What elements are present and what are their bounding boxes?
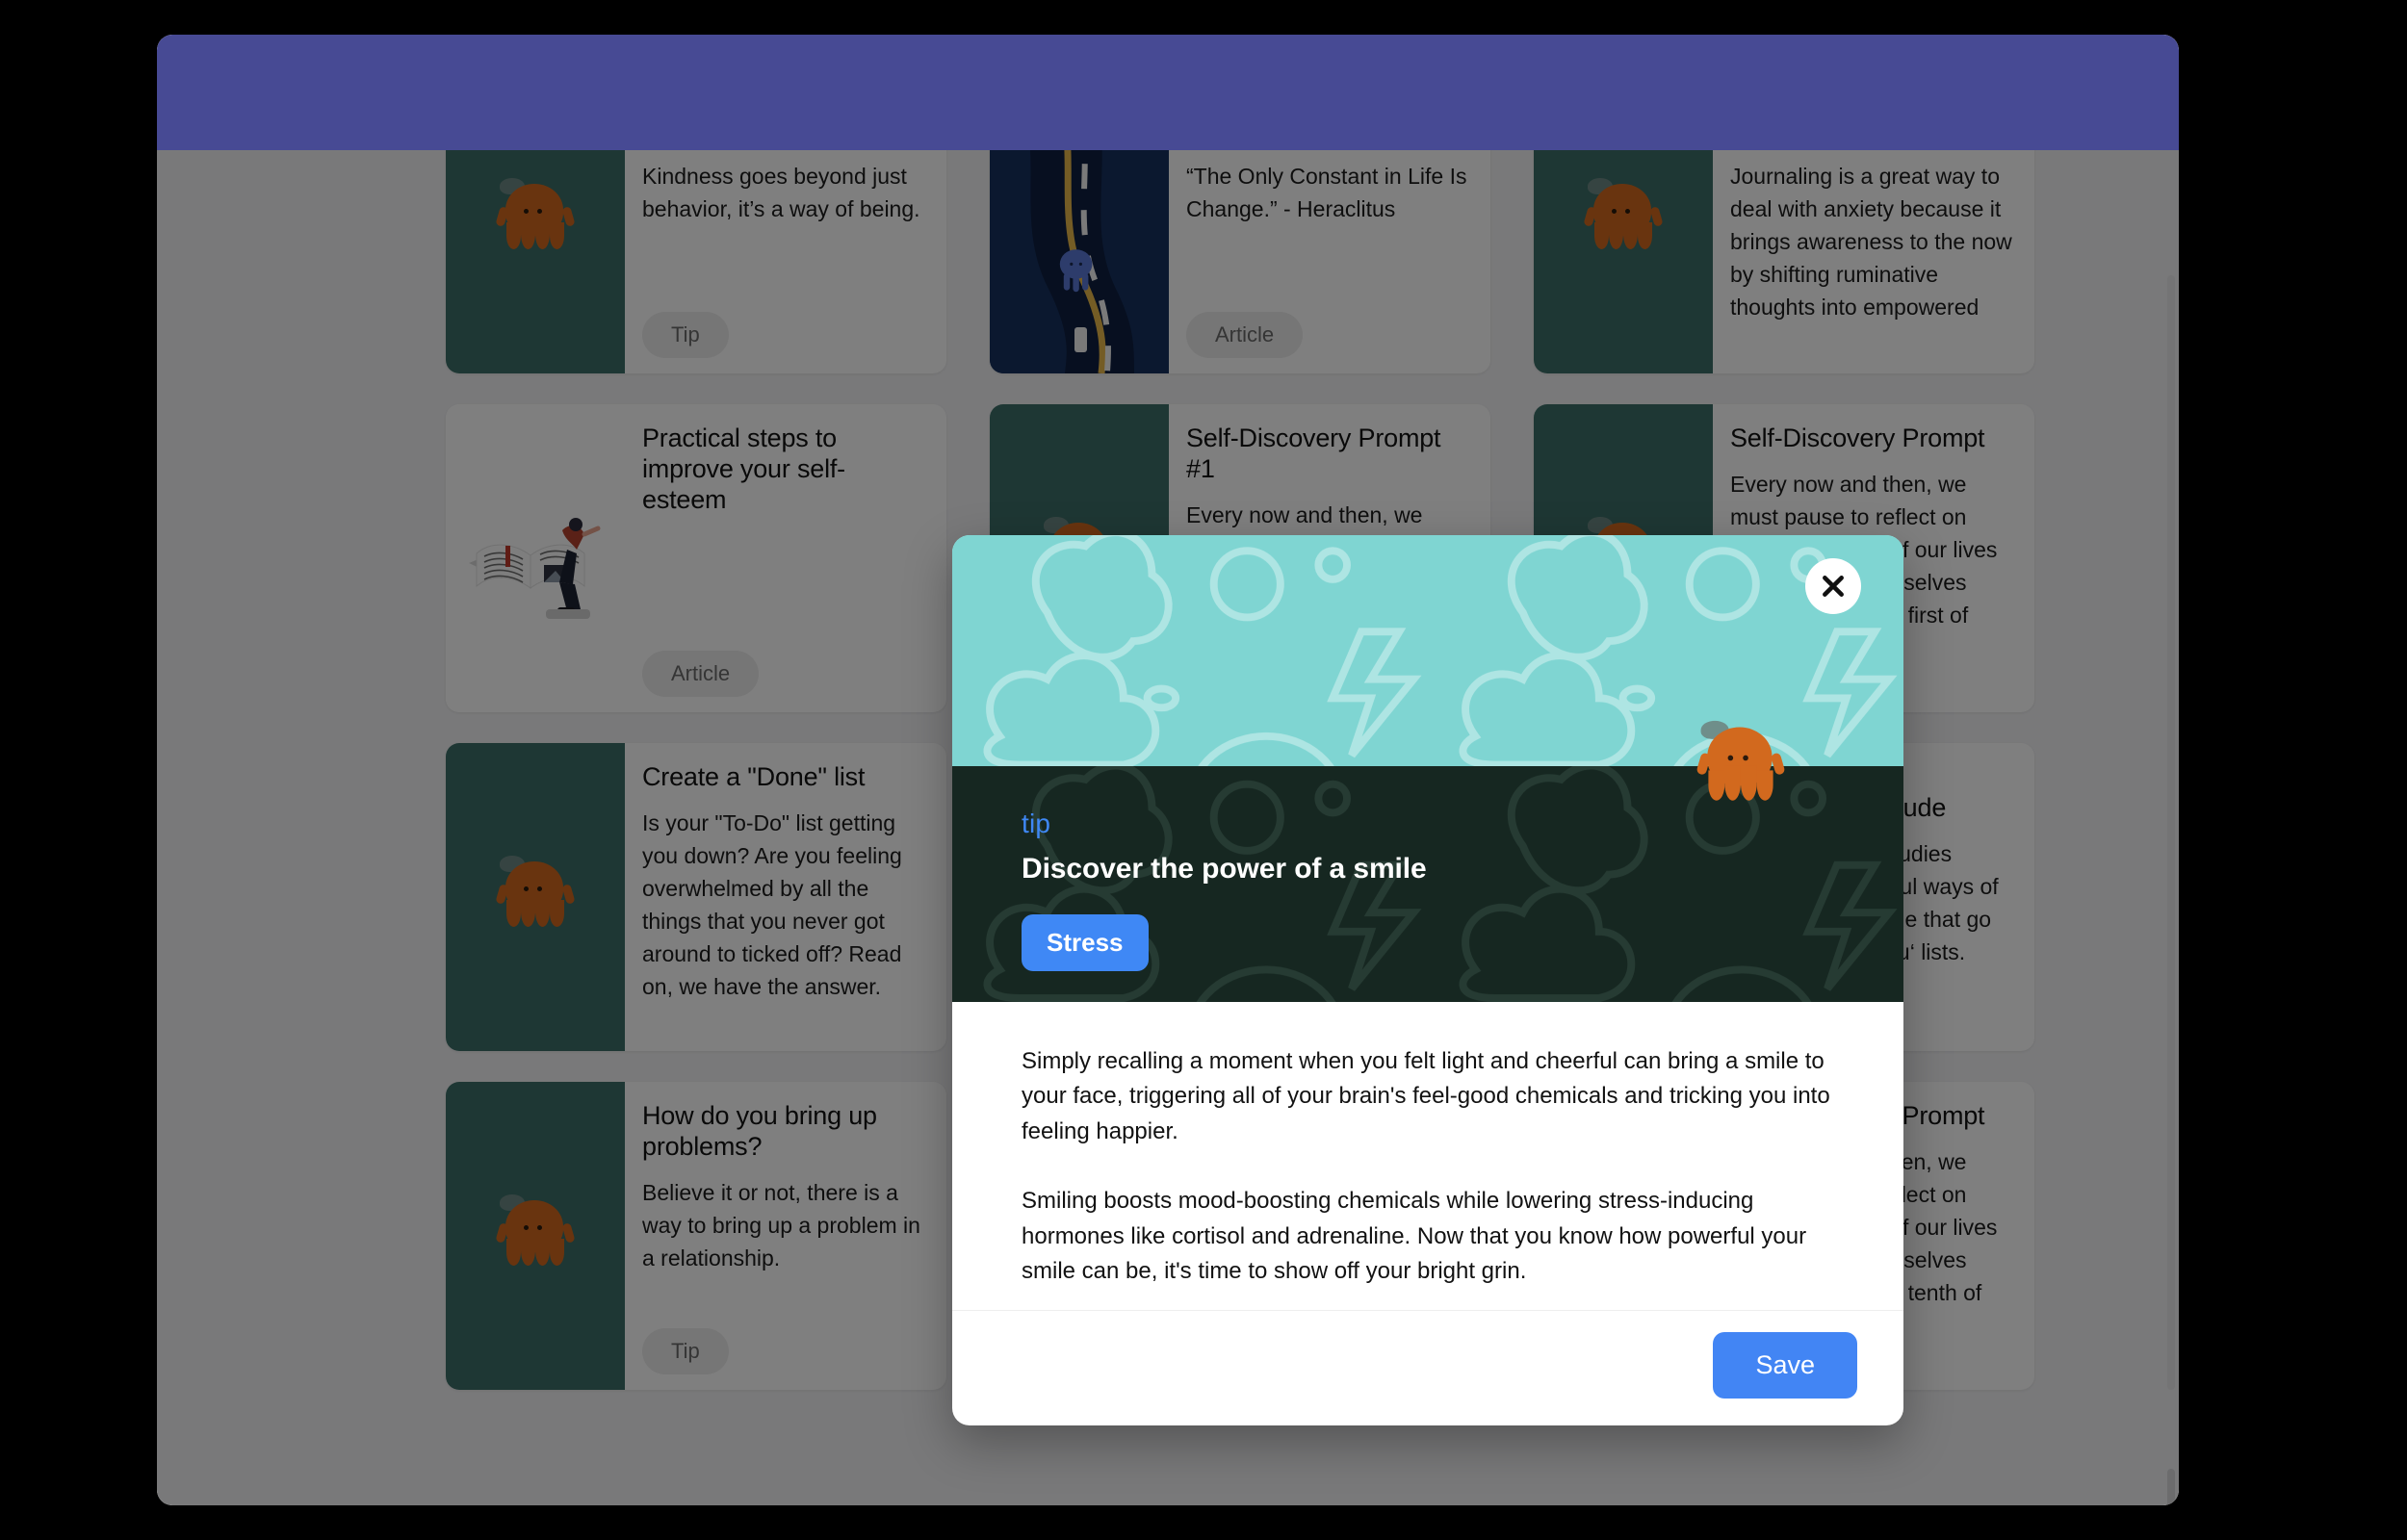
app-header-bar [157, 35, 2179, 150]
modal-paragraph-2: Smiling boosts mood-boosting chemicals w… [1022, 1188, 1807, 1285]
close-glyph [1823, 576, 1844, 597]
modal-footer: Save [952, 1310, 1903, 1425]
scrollbar-track[interactable] [2167, 275, 2175, 1390]
app-window: Practice the art of kindness Kindness go… [157, 35, 2179, 1505]
app-content-area: Practice the art of kindness Kindness go… [157, 150, 2179, 1505]
modal-title: Discover the power of a smile [1022, 853, 1427, 885]
modal-body: Simply recalling a moment when you felt … [952, 1002, 1903, 1310]
modal-hero: tip Discover the power of a smile Stress [952, 720, 1903, 1002]
save-button[interactable]: Save [1713, 1332, 1857, 1399]
scrollbar-thumb[interactable] [2167, 1469, 2175, 1505]
close-icon[interactable] [1805, 558, 1861, 614]
modal-paragraph-1: Simply recalling a moment when you felt … [1022, 1048, 1830, 1144]
tip-detail-modal: tip Discover the power of a smile Stress… [952, 535, 1903, 1425]
octopus-mascot-icon [1695, 720, 1786, 813]
modal-category-tag[interactable]: Stress [1022, 914, 1149, 971]
